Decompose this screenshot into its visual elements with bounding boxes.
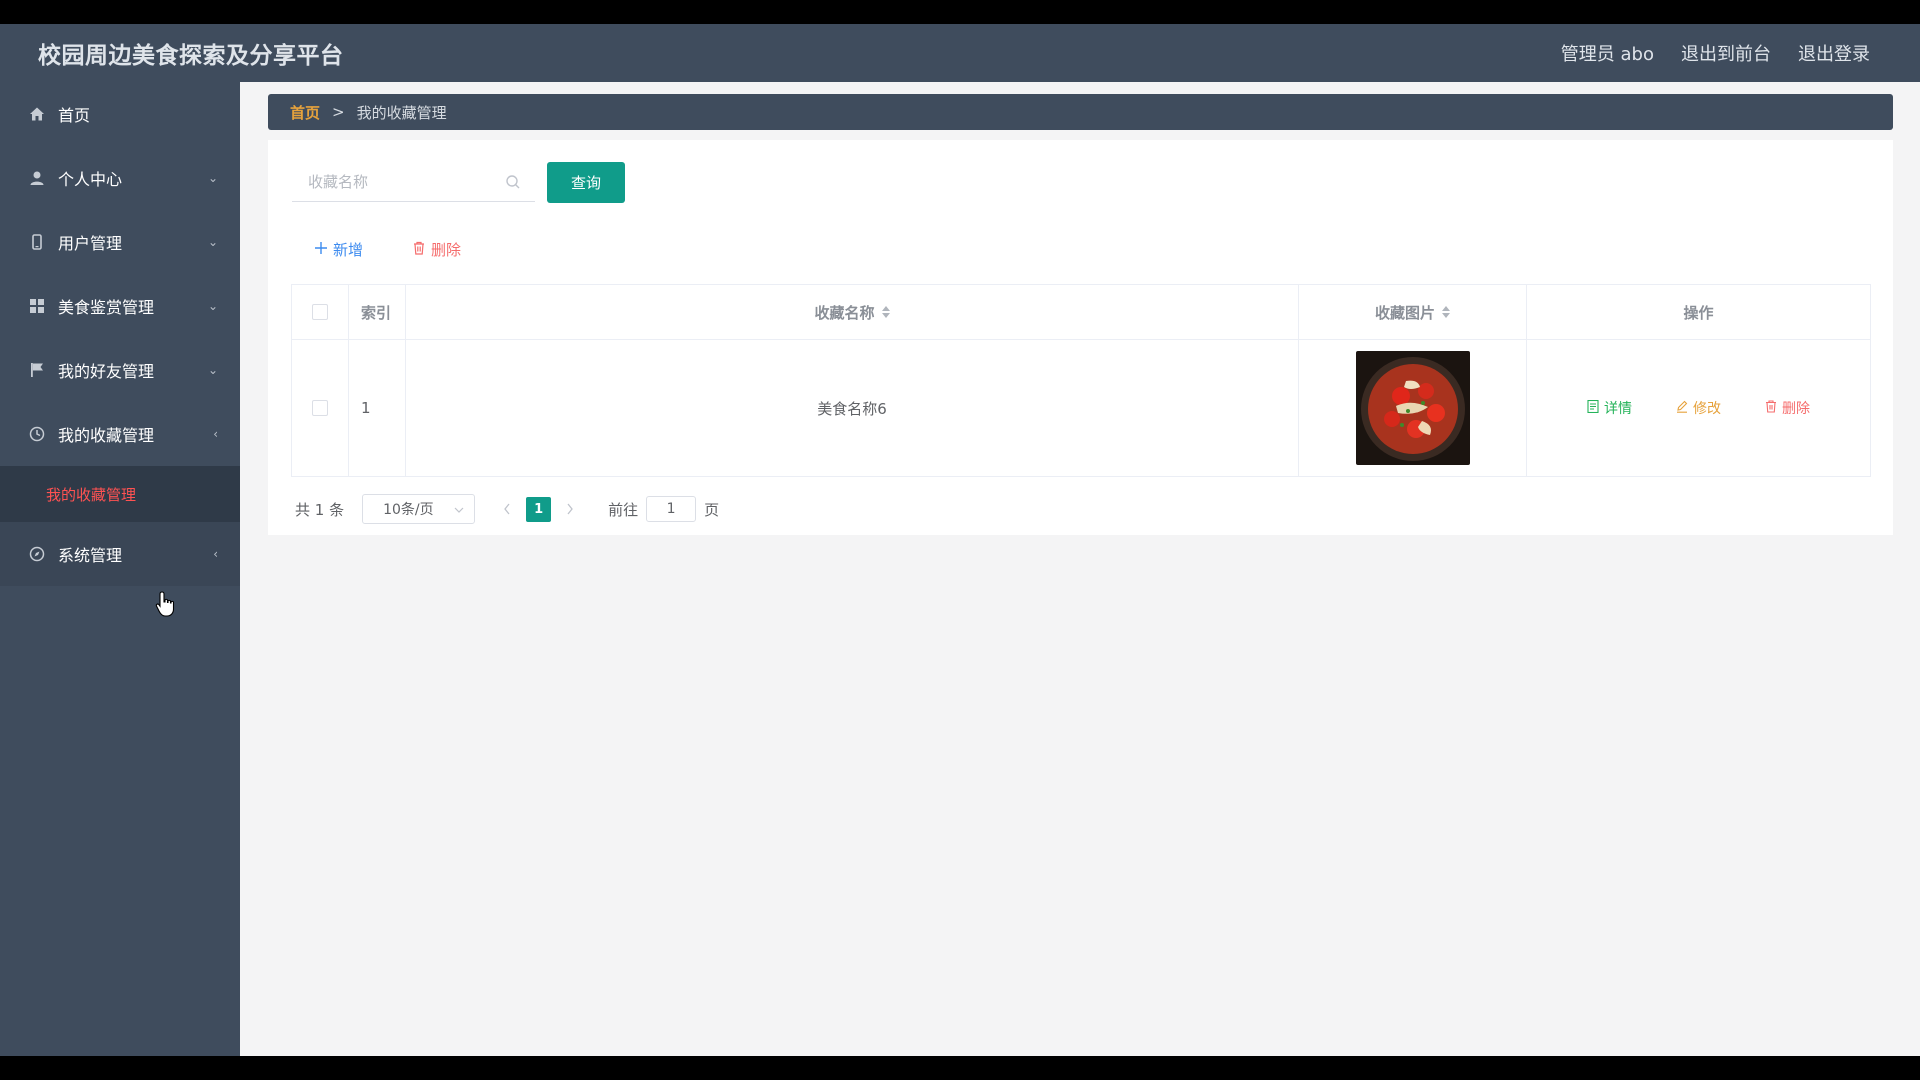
row-delete-button[interactable]: 删除 (1765, 398, 1810, 418)
delete-label: 删除 (1782, 401, 1810, 417)
sidebar-item-label: 我的收藏管理 (58, 426, 155, 445)
next-page-button[interactable] (558, 496, 582, 522)
sidebar-item-label: 首页 (58, 106, 91, 125)
detail-label: 详情 (1604, 401, 1632, 417)
column-header-actions: 操作 (1683, 303, 1714, 322)
sidebar: 首页 个人中心 ⌄ 用户管理 ⌄ 美食鉴赏管理 ⌄ 我的好友管理 ⌄ 我的收藏管… (0, 82, 240, 1056)
favorites-table: 索引 收藏名称 收藏图片 操作 1 美食名称6 详情 修改 删除 (291, 284, 1871, 477)
column-header-label: 收藏名称 (814, 303, 875, 322)
top-bar: 校园周边美食探索及分享平台 管理员 abo 退出到前台 退出登录 (0, 24, 1920, 86)
pagination: 共 1 条 10条/页 1 前往 页 (295, 494, 719, 524)
user-icon (28, 169, 46, 187)
sidebar-item-system[interactable]: 系统管理 ‹ (0, 522, 240, 586)
sidebar-item-label: 用户管理 (58, 234, 123, 253)
row-actions: 详情 修改 删除 (1527, 340, 1870, 476)
column-header-name[interactable]: 收藏名称 (406, 285, 1299, 339)
add-button-label: 新增 (333, 241, 364, 259)
sidebar-item-label: 我的好友管理 (58, 362, 155, 381)
column-header-label: 收藏图片 (1374, 303, 1435, 322)
sidebar-item-friends[interactable]: 我的好友管理 ⌄ (0, 338, 240, 402)
search-input[interactable] (292, 162, 535, 202)
admin-user-link[interactable]: 管理员 abo (1560, 36, 1655, 86)
chevron-down-icon (454, 501, 464, 517)
sort-icon[interactable] (881, 306, 890, 318)
table-header: 索引 收藏名称 收藏图片 操作 (292, 285, 1870, 340)
select-all-cell (292, 285, 349, 339)
sidebar-item-label: 美食鉴赏管理 (58, 298, 155, 317)
plus-icon (314, 241, 328, 259)
breadcrumb-current: 我的收藏管理 (356, 103, 447, 122)
goto-prefix: 前往 (608, 500, 639, 519)
page-size-value: 10条/页 (383, 502, 434, 518)
home-icon (28, 105, 46, 123)
logout-link[interactable]: 退出登录 (1798, 36, 1870, 86)
mobile-icon (28, 233, 46, 251)
content-card: 查询 新增 删除 索引 收藏名称 (268, 140, 1893, 535)
sidebar-item-favorites[interactable]: 我的收藏管理 ‹ (0, 402, 240, 466)
row-checkbox[interactable] (312, 400, 328, 416)
batch-delete-button[interactable]: 删除 (412, 239, 461, 260)
document-icon (1587, 399, 1599, 417)
sort-icon[interactable] (1442, 306, 1450, 318)
sidebar-item-home[interactable]: 首页 (0, 82, 240, 146)
flag-icon (28, 361, 46, 379)
main-content: 首页 > 我的收藏管理 查询 新增 删除 (240, 82, 1920, 1056)
sidebar-item-food-review[interactable]: 美食鉴赏管理 ⌄ (0, 274, 240, 338)
select-all-checkbox[interactable] (312, 304, 328, 320)
chevron-down-icon: ⌄ (207, 171, 218, 185)
page-number-current[interactable]: 1 (526, 496, 552, 522)
breadcrumb-home[interactable]: 首页 (290, 102, 320, 123)
table-row: 1 美食名称6 详情 修改 删除 (292, 340, 1870, 476)
breadcrumb: 首页 > 我的收藏管理 (268, 94, 1893, 130)
grid-icon (28, 297, 46, 315)
app-title: 校园周边美食探索及分享平台 (38, 43, 344, 69)
page-size-select[interactable]: 10条/页 (362, 494, 476, 524)
sidebar-item-profile[interactable]: 个人中心 ⌄ (0, 146, 240, 210)
add-button[interactable]: 新增 (314, 239, 363, 260)
pagination-total: 共 1 条 (295, 500, 345, 519)
prev-page-button[interactable] (495, 496, 519, 522)
chevron-down-icon: ⌄ (207, 299, 218, 313)
row-select-cell (292, 340, 349, 476)
column-header-index: 索引 (349, 285, 406, 339)
query-button[interactable]: 查询 (547, 162, 625, 203)
edit-label: 修改 (1693, 401, 1721, 417)
top-links: 管理员 abo 退出到前台 退出登录 (1560, 36, 1870, 86)
trash-icon (1765, 399, 1777, 417)
row-name: 美食名称6 (406, 340, 1299, 476)
chevron-down-icon: ⌄ (207, 363, 218, 377)
trash-icon (412, 241, 426, 259)
chevron-left-icon: ‹ (213, 547, 218, 561)
chevron-left-icon: ‹ (213, 427, 218, 441)
column-header-image[interactable]: 收藏图片 (1299, 285, 1527, 339)
delete-button-label: 删除 (431, 241, 462, 259)
row-image-cell (1299, 340, 1527, 476)
detail-button[interactable]: 详情 (1587, 398, 1632, 418)
goto-suffix: 页 (704, 500, 720, 519)
compass-icon (28, 545, 46, 563)
exit-to-front-link[interactable]: 退出到前台 (1681, 36, 1771, 86)
sidebar-item-label: 系统管理 (58, 546, 123, 565)
submenu-item-my-favorites[interactable]: 我的收藏管理 (0, 466, 240, 522)
row-index: 1 (349, 340, 406, 476)
food-photo (1355, 351, 1470, 465)
breadcrumb-separator: > (332, 103, 345, 121)
sidebar-item-label: 个人中心 (58, 170, 123, 189)
edit-button[interactable]: 修改 (1676, 398, 1721, 418)
edit-icon (1676, 400, 1688, 417)
clock-icon (28, 425, 46, 443)
sidebar-item-users[interactable]: 用户管理 ⌄ (0, 210, 240, 274)
goto-page-input[interactable] (646, 496, 697, 522)
chevron-down-icon: ⌄ (207, 235, 218, 249)
search-icon[interactable] (505, 174, 521, 190)
app-window: 校园周边美食探索及分享平台 管理员 abo 退出到前台 退出登录 首页 个人中心… (0, 24, 1920, 1056)
mouse-pointer-icon (155, 590, 177, 622)
